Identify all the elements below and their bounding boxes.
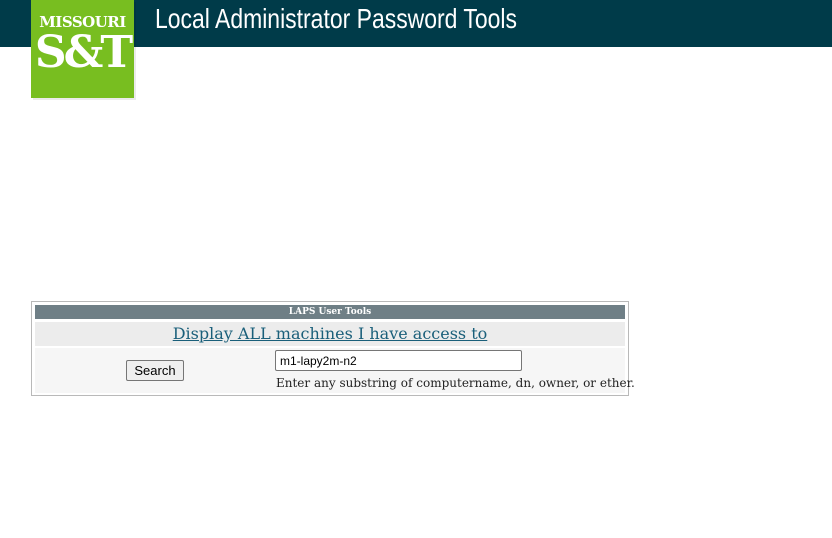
- logo-text-st: S&T: [34, 27, 133, 78]
- search-row: Search Enter any substring of computerna…: [35, 348, 635, 393]
- panel-title: LAPS User Tools: [35, 305, 625, 319]
- display-all-row: Display ALL machines I have access to: [35, 322, 625, 346]
- search-hint: Enter any substring of computername, dn,…: [276, 376, 635, 390]
- search-input[interactable]: [275, 350, 522, 371]
- search-button[interactable]: Search: [126, 360, 184, 381]
- page-title: Local Administrator Password Tools: [155, 3, 518, 34]
- display-all-machines-link[interactable]: Display ALL machines I have access to: [173, 324, 488, 343]
- university-logo[interactable]: MISSOURI S&T: [31, 0, 134, 98]
- laps-user-tools-panel: LAPS User Tools Display ALL machines I h…: [31, 301, 635, 396]
